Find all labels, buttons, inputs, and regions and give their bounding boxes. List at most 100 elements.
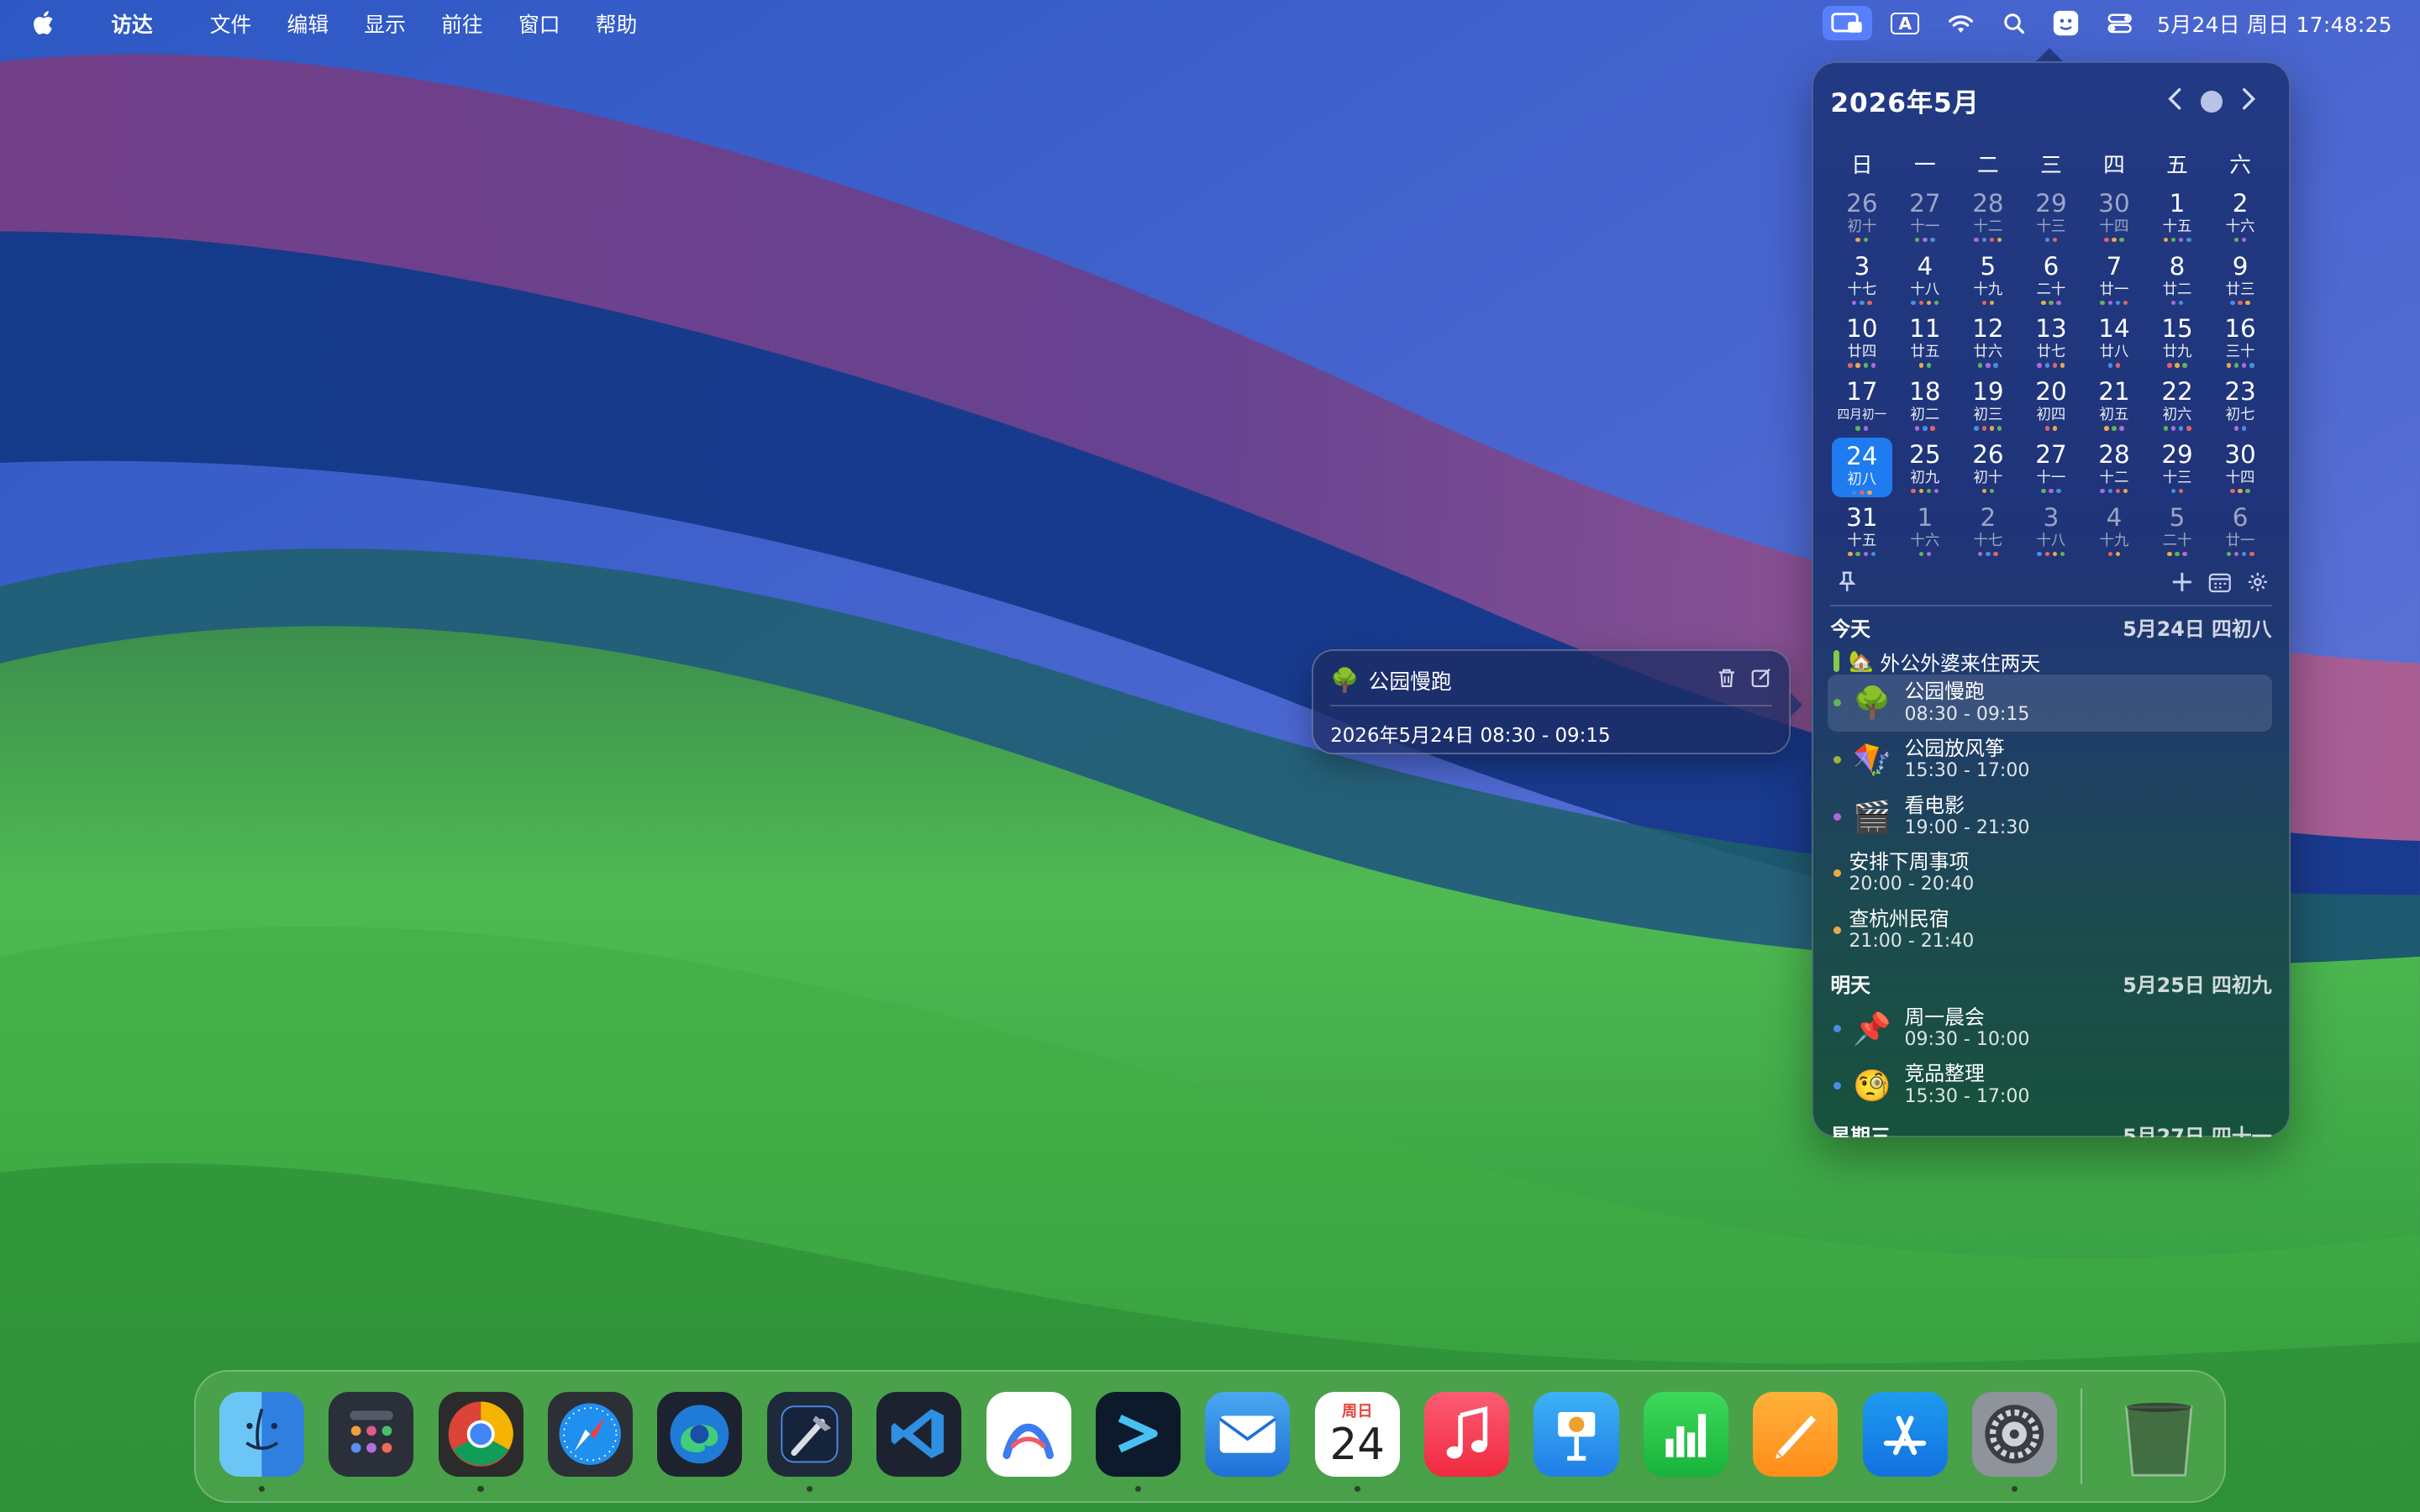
calendar-day[interactable]: 7 廿一 bbox=[2082, 248, 2145, 311]
launchpad-app-icon[interactable] bbox=[329, 1391, 414, 1477]
control-center-icon[interactable] bbox=[2107, 6, 2133, 39]
calendar-day[interactable]: 3 十七 bbox=[1830, 248, 1893, 311]
event-item[interactable]: 🧐 竞品整理 15:30 - 17:00 bbox=[1828, 1057, 2272, 1114]
event-dot bbox=[1996, 426, 2002, 431]
event-dot bbox=[1989, 426, 1995, 431]
calendar-day[interactable]: 8 廿二 bbox=[2146, 248, 2209, 311]
settings-gear-icon[interactable] bbox=[2247, 570, 2269, 599]
calendar-day[interactable]: 28 十二 bbox=[1956, 185, 2019, 248]
calendar-day[interactable]: 21 初五 bbox=[2082, 374, 2145, 437]
menu-help[interactable]: 帮助 bbox=[596, 8, 638, 39]
app-store-app-icon[interactable] bbox=[1862, 1391, 1948, 1477]
calendar-day[interactable]: 22 初六 bbox=[2146, 374, 2209, 437]
calendar-day[interactable]: 1 十六 bbox=[1893, 499, 1956, 562]
event-item[interactable]: 🎬 看电影 19:00 - 21:30 bbox=[1828, 789, 2272, 846]
calendar-app-icon[interactable]: 周日 24 bbox=[1314, 1391, 1400, 1493]
keynote-app-icon[interactable] bbox=[1534, 1391, 1619, 1477]
calendar-day[interactable]: 29 十三 bbox=[2019, 185, 2082, 248]
calendar-day[interactable]: 4 十八 bbox=[1893, 248, 1956, 311]
calendar-day[interactable]: 15 廿九 bbox=[2146, 311, 2209, 374]
event-item[interactable]: 🪁 公园放风筝 15:30 - 17:00 bbox=[1828, 732, 2272, 789]
event-item[interactable]: 📌 周一晨会 09:30 - 10:00 bbox=[1828, 1000, 2272, 1057]
calendar-day[interactable]: 10 廿四 bbox=[1830, 311, 1893, 374]
day-number: 2 bbox=[2232, 188, 2249, 218]
calendar-day-today[interactable]: 24 初八 bbox=[1832, 438, 1892, 498]
calendar-menu-extra-icon[interactable] bbox=[2052, 6, 2080, 39]
calendar-day[interactable]: 2 十七 bbox=[1956, 499, 2019, 562]
allday-event[interactable]: 🏡 外公外婆来住两天 bbox=[1833, 647, 2040, 676]
event-item[interactable]: 查杭州民宿 21:00 - 21:40 bbox=[1828, 906, 2272, 955]
arc-app-icon[interactable] bbox=[986, 1391, 1071, 1477]
trash-icon[interactable] bbox=[2114, 1392, 2204, 1482]
calendar-day[interactable]: 29 十三 bbox=[2146, 436, 2209, 499]
spotlight-search-icon[interactable] bbox=[2003, 6, 2025, 39]
music-app-icon[interactable] bbox=[1424, 1391, 1510, 1477]
menu-file[interactable]: 文件 bbox=[210, 8, 252, 39]
calendar-day[interactable]: 28 十二 bbox=[2082, 436, 2145, 499]
screen-mirroring-icon[interactable] bbox=[1823, 6, 1873, 40]
xcode-app-icon[interactable] bbox=[766, 1391, 852, 1493]
chrome-app-icon[interactable] bbox=[438, 1391, 523, 1493]
calendar-day[interactable]: 6 二十 bbox=[2019, 248, 2082, 311]
edit-icon[interactable] bbox=[1750, 667, 1772, 694]
day-number: 24 bbox=[1846, 441, 1878, 470]
menu-view[interactable]: 显示 bbox=[364, 8, 406, 39]
menu-go[interactable]: 前往 bbox=[441, 8, 483, 39]
menu-window[interactable]: 窗口 bbox=[518, 8, 560, 39]
calendar-day[interactable]: 11 廿五 bbox=[1893, 311, 1956, 374]
finder-app-icon[interactable] bbox=[218, 1391, 304, 1493]
menubar-clock[interactable]: 5月24日 周日 17:48:25 bbox=[2157, 8, 2392, 39]
apple-logo-icon[interactable] bbox=[31, 9, 55, 37]
calendar-day[interactable]: 30 十四 bbox=[2082, 185, 2145, 248]
calendar-day[interactable]: 30 十四 bbox=[2209, 436, 2272, 499]
calendar-day[interactable]: 12 廿六 bbox=[1956, 311, 2019, 374]
calendar-day[interactable]: 31 十五 bbox=[1830, 499, 1893, 562]
event-time: 08:30 - 09:15 bbox=[1904, 703, 2030, 725]
calendar-day[interactable]: 26 初十 bbox=[1956, 436, 2019, 499]
numbers-app-icon[interactable] bbox=[1643, 1391, 1728, 1477]
vscode-app-icon[interactable] bbox=[876, 1391, 962, 1477]
calendar-day[interactable]: 27 十一 bbox=[2019, 436, 2082, 499]
edge-app-icon[interactable] bbox=[657, 1391, 743, 1477]
calendar-day[interactable]: 14 廿八 bbox=[2082, 311, 2145, 374]
event-dots bbox=[2082, 551, 2145, 558]
calendar-day[interactable]: 5 十九 bbox=[1956, 248, 2019, 311]
calendar-day[interactable]: 9 廿三 bbox=[2209, 248, 2272, 311]
calendar-day[interactable]: 27 十一 bbox=[1893, 185, 1956, 248]
calendar-day[interactable]: 23 初七 bbox=[2209, 374, 2272, 437]
safari-app-icon[interactable] bbox=[547, 1391, 633, 1477]
calendar-day[interactable]: 6 廿一 bbox=[2209, 499, 2272, 562]
pin-icon[interactable] bbox=[1839, 570, 1856, 599]
calendar-day[interactable]: 19 初三 bbox=[1956, 374, 2019, 437]
mail-app-icon[interactable] bbox=[1205, 1391, 1291, 1477]
pages-app-icon[interactable] bbox=[1753, 1391, 1839, 1477]
calendar-day[interactable]: 18 初二 bbox=[1893, 374, 1956, 437]
calendar-day[interactable]: 20 初四 bbox=[2019, 374, 2082, 437]
event-item[interactable]: 🌳 公园慢跑 08:30 - 09:15 bbox=[1827, 674, 2272, 732]
menu-edit[interactable]: 编辑 bbox=[287, 8, 329, 39]
prompt-app-icon[interactable] bbox=[1095, 1391, 1181, 1493]
calendar-day[interactable]: 4 十九 bbox=[2082, 499, 2145, 562]
calendar-day[interactable]: 1 十五 bbox=[2146, 185, 2209, 248]
calendar-day[interactable]: 16 三十 bbox=[2209, 311, 2272, 374]
event-dot bbox=[2112, 237, 2117, 243]
calendar-day[interactable]: 13 廿七 bbox=[2019, 311, 2082, 374]
input-method-icon[interactable]: A bbox=[1891, 6, 1920, 39]
add-event-icon[interactable] bbox=[2171, 570, 2193, 599]
calendar-day[interactable]: 25 初九 bbox=[1893, 436, 1956, 499]
trash-icon[interactable] bbox=[1716, 667, 1738, 694]
menu-app-name[interactable]: 访达 bbox=[90, 0, 175, 66]
calendar-day[interactable]: 5 二十 bbox=[2146, 499, 2209, 562]
calendar-day[interactable]: 3 十八 bbox=[2019, 499, 2082, 562]
next-month-icon[interactable] bbox=[2241, 87, 2256, 117]
calendar-day[interactable]: 26 初十 bbox=[1830, 185, 1893, 248]
today-button[interactable] bbox=[2201, 91, 2223, 113]
wifi-icon[interactable] bbox=[1947, 6, 1975, 39]
calendar-day[interactable]: 17 四月初一 bbox=[1830, 374, 1893, 437]
event-item[interactable]: 安排下周事项 20:00 - 20:40 bbox=[1828, 848, 2272, 898]
open-calendar-icon[interactable] bbox=[2208, 570, 2232, 599]
calendar-day[interactable]: 2 十六 bbox=[2209, 185, 2272, 248]
system-settings-app-icon[interactable] bbox=[1972, 1391, 2058, 1493]
previous-month-icon[interactable] bbox=[2167, 87, 2182, 117]
event-dot bbox=[1918, 488, 1924, 494]
